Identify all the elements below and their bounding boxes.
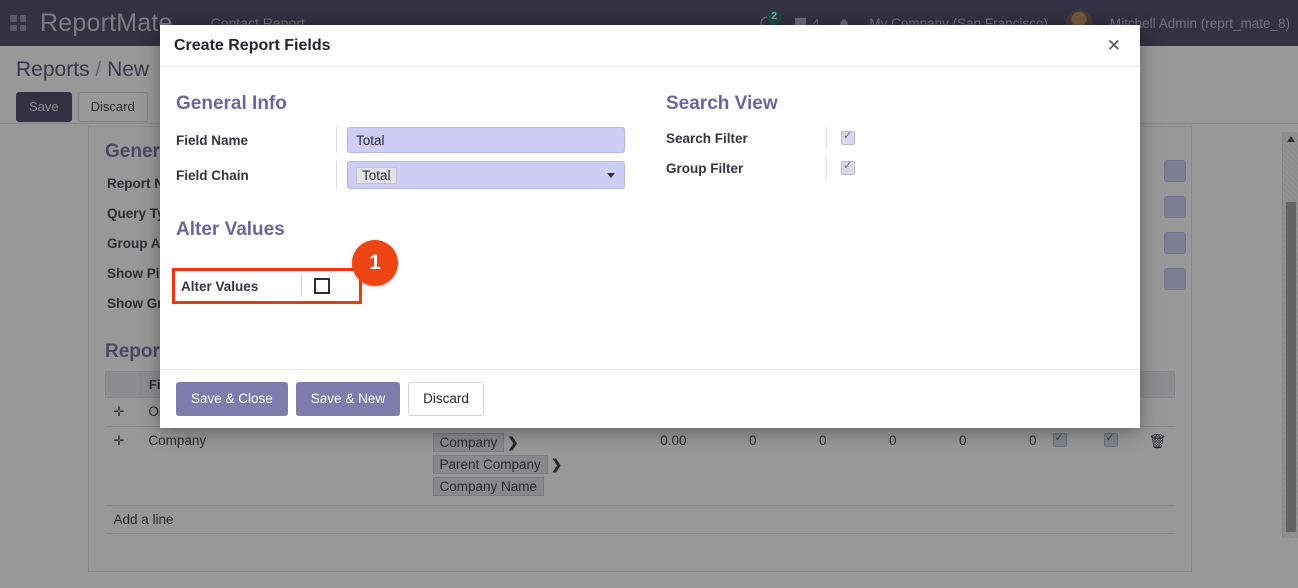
- dialog-body: General Info Field Name Field Chain Tota…: [160, 67, 1140, 369]
- dialog-header: Create Report Fields ✕: [160, 25, 1140, 67]
- field-chain-select[interactable]: Total: [347, 161, 625, 189]
- dialog-discard-button[interactable]: Discard: [408, 382, 484, 416]
- create-report-fields-dialog: Create Report Fields ✕ General Info Fiel…: [160, 25, 1140, 428]
- group-filter-row: Group Filter: [666, 157, 1140, 179]
- field-chain-label: Field Chain: [176, 168, 336, 183]
- alter-values-checkbox[interactable]: [314, 278, 330, 294]
- chevron-down-icon: [607, 173, 615, 178]
- save-and-close-button[interactable]: Save & Close: [176, 382, 288, 416]
- search-filter-wrap: [826, 127, 855, 149]
- search-view-heading: Search View: [666, 93, 1140, 115]
- field-name-label: Field Name: [176, 133, 336, 148]
- save-and-new-button[interactable]: Save & New: [296, 382, 400, 416]
- alter-values-heading: Alter Values: [176, 219, 1140, 241]
- close-icon[interactable]: ✕: [1102, 34, 1126, 57]
- dialog-columns: General Info Field Name Field Chain Tota…: [160, 93, 1140, 197]
- dialog-title: Create Report Fields: [174, 37, 330, 55]
- field-chain-value: Total: [356, 167, 397, 184]
- dialog-footer: Save & Close Save & New Discard: [160, 369, 1140, 428]
- step-badge-1: 1: [352, 240, 398, 286]
- field-separator: [301, 275, 302, 297]
- alter-values-label: Alter Values: [181, 279, 301, 294]
- field-chain-wrap: Total: [336, 161, 625, 189]
- field-name-input[interactable]: [347, 127, 625, 153]
- group-filter-label: Group Filter: [666, 161, 826, 176]
- group-filter-checkbox[interactable]: [841, 161, 855, 175]
- search-filter-checkbox[interactable]: [841, 131, 855, 145]
- search-filter-label: Search Filter: [666, 131, 826, 146]
- group-filter-wrap: [826, 157, 855, 179]
- field-name-wrap: [336, 127, 625, 153]
- alter-values-group: Alter Values: [160, 219, 1140, 241]
- field-chain-row: Field Chain Total: [176, 161, 650, 189]
- search-view-group: Search View Search Filter Group Filter: [650, 93, 1140, 197]
- field-name-row: Field Name: [176, 127, 650, 153]
- screen: ReportMate Contact Report 2 4 My Company…: [0, 0, 1298, 588]
- general-info-group: General Info Field Name Field Chain Tota…: [160, 93, 650, 197]
- general-info-heading: General Info: [176, 93, 650, 115]
- search-filter-row: Search Filter: [666, 127, 1140, 149]
- alter-values-field-highlight: Alter Values: [172, 268, 362, 304]
